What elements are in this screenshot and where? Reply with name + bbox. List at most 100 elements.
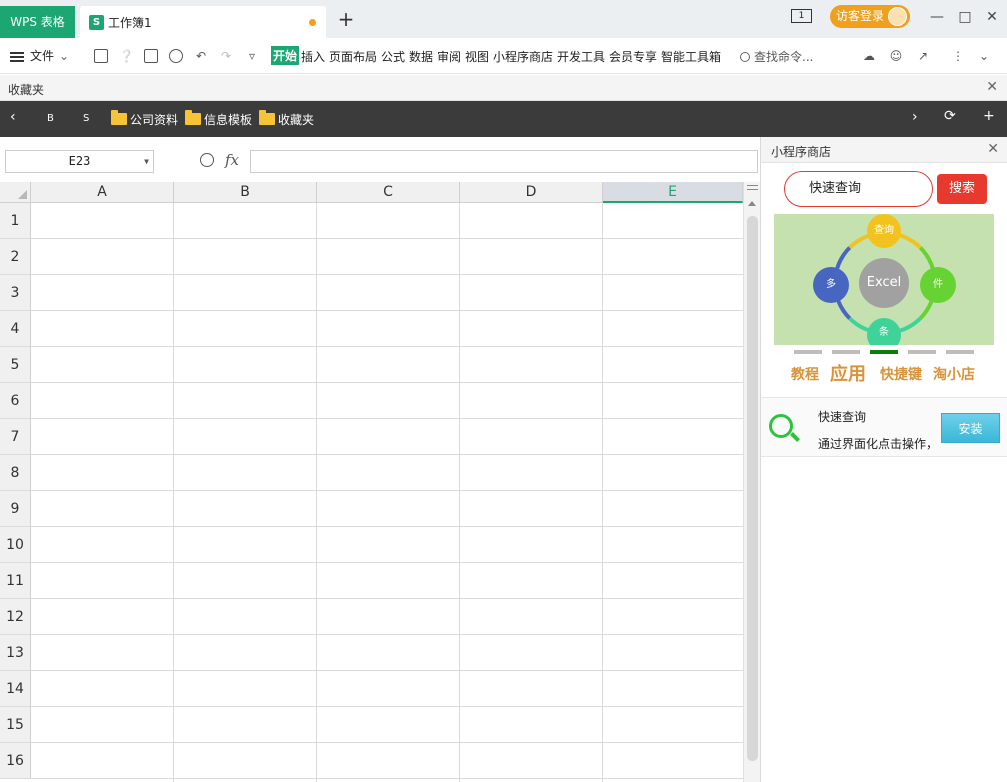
scroll-thumb[interactable] bbox=[747, 216, 758, 761]
bookmark-favorites[interactable]: 收藏夹 bbox=[259, 110, 314, 128]
column-header[interactable]: B bbox=[174, 182, 317, 203]
category-tutorial[interactable]: 教程 bbox=[791, 364, 819, 384]
add-user-icon[interactable]: ☺ bbox=[889, 49, 903, 63]
bookmark-label: 信息模板 bbox=[204, 113, 253, 127]
new-tab-button[interactable]: + bbox=[336, 9, 356, 29]
row-header[interactable]: 16 bbox=[0, 743, 31, 779]
command-search[interactable]: 查找命令... bbox=[740, 48, 813, 65]
tab-formula[interactable]: 公式 bbox=[381, 48, 405, 65]
category-shortcuts[interactable]: 快捷键 bbox=[880, 364, 922, 384]
name-box[interactable]: E23 ▼ bbox=[5, 150, 154, 173]
tab-page-layout[interactable]: 页面布局 bbox=[329, 48, 377, 65]
document-tab[interactable]: S 工作簿1 bbox=[80, 6, 326, 38]
bookmark-label: 公司资料 bbox=[130, 113, 179, 127]
scroll-up-icon[interactable] bbox=[748, 201, 756, 206]
cloud-icon[interactable]: ☁ bbox=[862, 49, 876, 63]
more-options-icon[interactable]: ⋮ bbox=[951, 49, 965, 63]
cell-area[interactable] bbox=[31, 203, 743, 782]
promo-banner[interactable]: Excel 查询 件 条 多 bbox=[774, 214, 994, 345]
select-all-corner[interactable] bbox=[0, 182, 31, 203]
row-header[interactable]: 13 bbox=[0, 635, 31, 671]
print-icon[interactable] bbox=[144, 49, 158, 63]
bookmark-s[interactable]: S bbox=[83, 113, 89, 124]
column-header[interactable]: A bbox=[31, 182, 174, 203]
category-shop[interactable]: 淘小店 bbox=[933, 364, 975, 384]
tab-home[interactable]: 开始 bbox=[271, 46, 300, 65]
panel-search-input[interactable]: 快速查询 bbox=[784, 171, 933, 207]
row-header[interactable]: 10 bbox=[0, 527, 31, 563]
function-icon[interactable]: fx bbox=[225, 151, 239, 169]
refresh-icon[interactable]: ⟳ bbox=[944, 108, 956, 124]
carousel-dot[interactable] bbox=[946, 350, 974, 354]
more-dropdown-icon[interactable]: ▿ bbox=[245, 49, 259, 63]
tab-data[interactable]: 数据 bbox=[409, 48, 433, 65]
row-header[interactable]: 6 bbox=[0, 383, 31, 419]
carousel-dot[interactable] bbox=[832, 350, 860, 354]
tab-developer-tools[interactable]: 开发工具 bbox=[557, 48, 605, 65]
tab-view[interactable]: 视图 bbox=[465, 48, 489, 65]
row-header[interactable]: 15 bbox=[0, 707, 31, 743]
row-header[interactable]: 8 bbox=[0, 455, 31, 491]
undo-icon[interactable]: ↶ bbox=[194, 49, 208, 63]
bookmark-company-docs[interactable]: 公司资料 bbox=[111, 110, 179, 128]
carousel-dot[interactable] bbox=[908, 350, 936, 354]
name-box-value: E23 bbox=[68, 154, 91, 168]
row-header[interactable]: 7 bbox=[0, 419, 31, 455]
split-handle-icon[interactable] bbox=[747, 185, 758, 190]
command-search-placeholder: 查找命令... bbox=[754, 50, 814, 64]
login-button[interactable]: 访客登录 bbox=[830, 5, 910, 28]
carousel-dot-active[interactable] bbox=[870, 350, 898, 354]
close-window-icon[interactable]: ✕ bbox=[983, 8, 1001, 26]
tab-insert[interactable]: 插入 bbox=[301, 48, 325, 65]
install-button[interactable]: 安装 bbox=[941, 413, 1000, 443]
tab-review[interactable]: 审阅 bbox=[437, 48, 461, 65]
banner-center: Excel bbox=[859, 258, 909, 308]
mini-program-panel: 小程序商店 ✕ 快速查询 搜索 Excel 查询 件 条 多 教程 应用 快捷键… bbox=[760, 137, 1007, 782]
bookmark-info-templates[interactable]: 信息模板 bbox=[185, 110, 253, 128]
redo-icon[interactable]: ↷ bbox=[219, 49, 233, 63]
tab-smart-toolbox[interactable]: 智能工具箱 bbox=[661, 48, 721, 65]
bookmark-b[interactable]: B bbox=[47, 113, 54, 124]
window-count-icon[interactable]: 1 bbox=[791, 9, 812, 23]
share-icon[interactable]: ↗ bbox=[916, 49, 930, 63]
column-header-active[interactable]: E bbox=[603, 182, 743, 203]
row-header[interactable]: 2 bbox=[0, 239, 31, 275]
row-header[interactable]: 1 bbox=[0, 203, 31, 239]
app-tab[interactable]: WPS 表格 bbox=[0, 6, 75, 38]
row-header[interactable]: 14 bbox=[0, 671, 31, 707]
format-painter-icon[interactable]: ❔ bbox=[119, 49, 134, 63]
row-header[interactable]: 9 bbox=[0, 491, 31, 527]
row-header[interactable]: 4 bbox=[0, 311, 31, 347]
vertical-scrollbar[interactable] bbox=[743, 182, 760, 782]
app-name: 快速查询 bbox=[818, 410, 867, 424]
carousel-dot[interactable] bbox=[794, 350, 822, 354]
formula-input[interactable] bbox=[250, 150, 758, 173]
row-header[interactable]: 5 bbox=[0, 347, 31, 383]
tab-member[interactable]: 会员专享 bbox=[609, 48, 657, 65]
column-header[interactable]: D bbox=[460, 182, 603, 203]
add-icon[interactable]: + bbox=[983, 108, 995, 124]
avatar-icon bbox=[888, 7, 907, 26]
minimize-icon[interactable]: — bbox=[928, 8, 946, 26]
chevron-left-icon[interactable]: ‹ bbox=[10, 109, 16, 125]
save-icon[interactable] bbox=[94, 49, 108, 63]
unsaved-dot-icon bbox=[309, 19, 316, 26]
app-list-item[interactable]: 快速查询 通过界面化点击操作， 安装 bbox=[761, 397, 1007, 457]
panel-search-button[interactable]: 搜索 bbox=[937, 174, 987, 204]
print-preview-icon[interactable] bbox=[169, 49, 183, 63]
column-header[interactable]: C bbox=[317, 182, 460, 203]
tab-mini-program-store[interactable]: 小程序商店 bbox=[493, 48, 553, 65]
row-header[interactable]: 12 bbox=[0, 599, 31, 635]
row-header[interactable]: 3 bbox=[0, 275, 31, 311]
folder-icon bbox=[111, 110, 127, 125]
favorites-bar: 收藏夹 ✕ bbox=[0, 75, 1007, 101]
chevron-right-icon[interactable]: › bbox=[912, 109, 918, 125]
close-icon[interactable]: ✕ bbox=[986, 79, 998, 95]
zoom-icon[interactable] bbox=[200, 153, 214, 167]
collapse-ribbon-icon[interactable]: ⌄ bbox=[977, 49, 991, 63]
file-menu-button[interactable]: 文件 ⌄ bbox=[10, 47, 69, 64]
maximize-icon[interactable]: □ bbox=[956, 8, 974, 26]
close-icon[interactable]: ✕ bbox=[987, 141, 999, 157]
category-apps[interactable]: 应用 bbox=[830, 360, 866, 386]
row-header[interactable]: 11 bbox=[0, 563, 31, 599]
